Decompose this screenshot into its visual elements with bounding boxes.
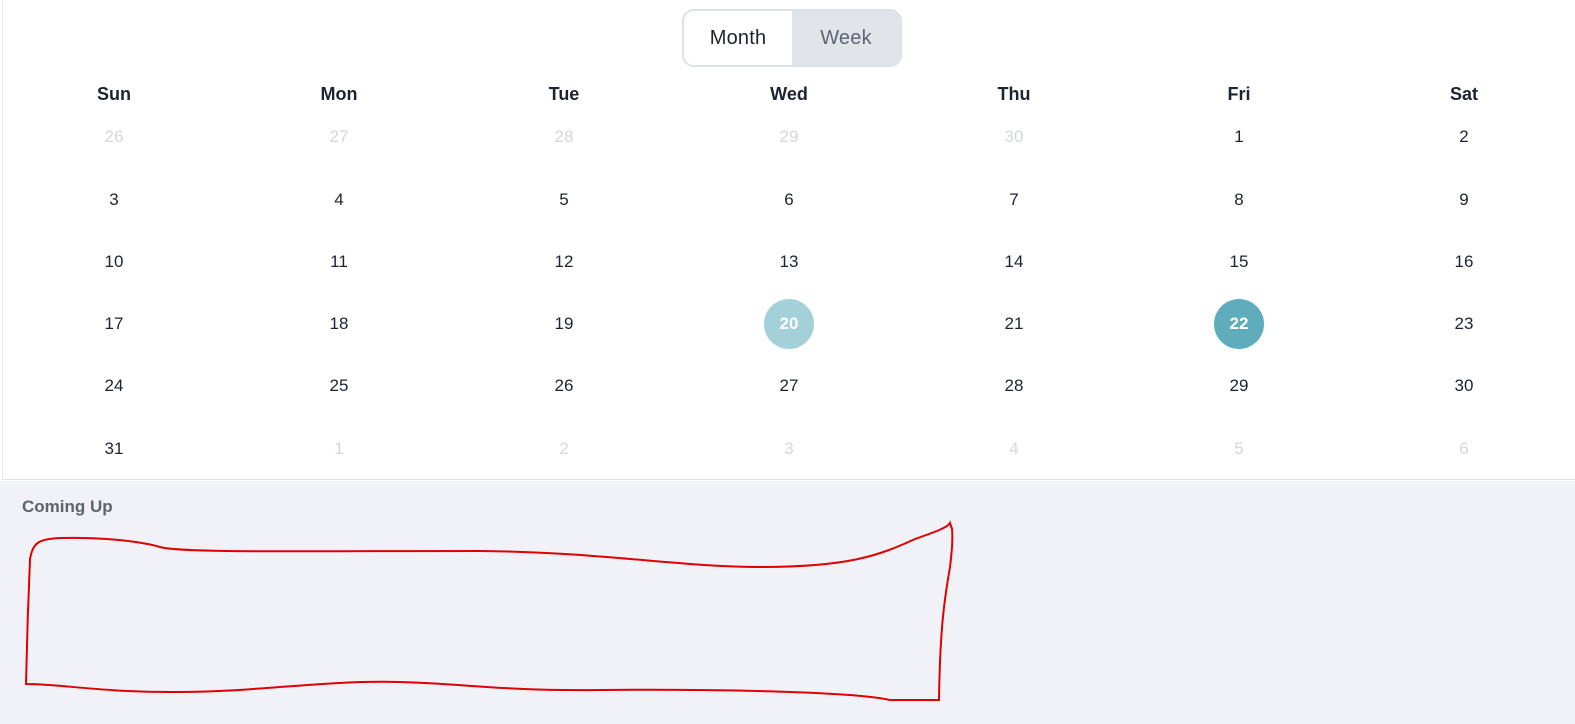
day-cell[interactable]: 13 <box>764 237 814 287</box>
day-cell[interactable]: 31 <box>89 424 139 474</box>
day-cell-outside-month[interactable]: 5 <box>1214 424 1264 474</box>
day-cell-outside-month[interactable]: 29 <box>764 112 814 162</box>
day-cell[interactable]: 27 <box>764 361 814 411</box>
coming-up-section: Coming Up <box>0 481 1575 724</box>
day-cell[interactable]: 4 <box>314 175 364 225</box>
day-cell[interactable]: 24 <box>89 361 139 411</box>
day-cell-outside-month[interactable]: 30 <box>989 112 1039 162</box>
day-cell[interactable]: 19 <box>539 299 589 349</box>
calendar-panel: Month Week Sun Mon Tue Wed Thu Fri Sat 26 27 28 2… <box>2 0 1575 480</box>
day-cell-outside-month[interactable]: 28 <box>539 112 589 162</box>
day-cell[interactable]: 30 <box>1439 361 1489 411</box>
day-cell-outside-month[interactable]: 3 <box>764 424 814 474</box>
day-cell[interactable]: 15 <box>1214 237 1264 287</box>
day-cell-outside-month[interactable]: 26 <box>89 112 139 162</box>
day-cell[interactable]: 3 <box>89 175 139 225</box>
day-cell-outside-month[interactable]: 1 <box>314 424 364 474</box>
day-cell[interactable]: 26 <box>539 361 589 411</box>
day-cell[interactable]: 10 <box>89 237 139 287</box>
day-cell-outside-month[interactable]: 6 <box>1439 424 1489 474</box>
day-cell[interactable]: 11 <box>314 237 364 287</box>
month-day-grid: 26 27 28 29 30 1 2 3 4 5 6 7 8 9 10 11 12 13 14 15 16 17 18 19 2… <box>3 0 1575 480</box>
day-cell[interactable]: 2 <box>1439 112 1489 162</box>
day-cell[interactable]: 16 <box>1439 237 1489 287</box>
day-cell[interactable]: 17 <box>89 299 139 349</box>
day-cell[interactable]: 18 <box>314 299 364 349</box>
day-cell-highlighted[interactable]: 20 <box>764 299 814 349</box>
day-cell[interactable]: 9 <box>1439 175 1489 225</box>
day-cell[interactable]: 7 <box>989 175 1039 225</box>
day-cell[interactable]: 23 <box>1439 299 1489 349</box>
day-cell[interactable]: 5 <box>539 175 589 225</box>
day-cell[interactable]: 28 <box>989 361 1039 411</box>
day-cell[interactable]: 21 <box>989 299 1039 349</box>
day-cell[interactable]: 14 <box>989 237 1039 287</box>
day-cell[interactable]: 12 <box>539 237 589 287</box>
day-cell-outside-month[interactable]: 2 <box>539 424 589 474</box>
day-cell-outside-month[interactable]: 4 <box>989 424 1039 474</box>
red-annotation-outline <box>24 520 954 701</box>
app-root: Month Week Sun Mon Tue Wed Thu Fri Sat 26 27 28 2… <box>0 0 1575 724</box>
day-cell-outside-month[interactable]: 27 <box>314 112 364 162</box>
day-cell-selected[interactable]: 22 <box>1214 299 1264 349</box>
day-cell[interactable]: 25 <box>314 361 364 411</box>
day-cell[interactable]: 29 <box>1214 361 1264 411</box>
day-cell[interactable]: 6 <box>764 175 814 225</box>
day-cell[interactable]: 8 <box>1214 175 1264 225</box>
day-cell[interactable]: 1 <box>1214 112 1264 162</box>
